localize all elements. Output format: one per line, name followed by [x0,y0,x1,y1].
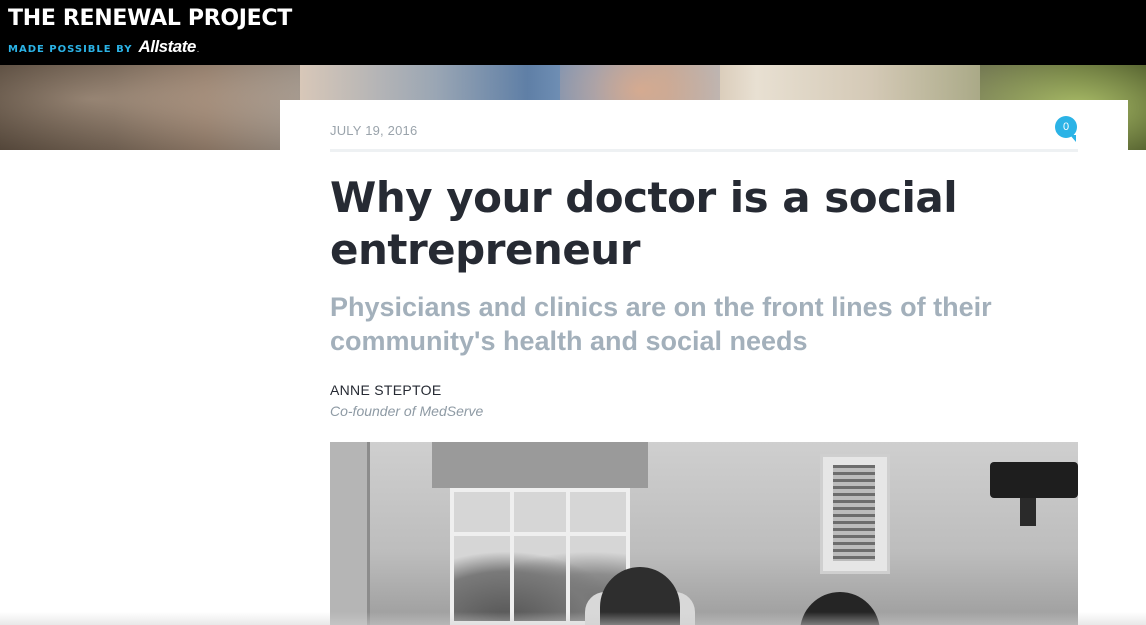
article-card: JULY 19, 2016 0 Why your doctor is a soc… [280,100,1128,625]
divider [330,149,1078,152]
photo-window-muntin [454,532,626,536]
article-subheadline: Physicians and clinics are on the front … [330,292,992,356]
article-headline: Why your doctor is a social entrepreneur [330,173,958,274]
author-role: Co-founder of MedServe [330,403,484,419]
photo-window-mullion [566,492,570,621]
allstate-logo-mark: . [196,45,200,54]
sponsor-line: MADE POSSIBLE BY Allstate . [8,37,199,57]
viewport-bottom-shadow [0,612,1146,625]
site-header: THE RENEWAL PROJECT MADE POSSIBLE BY All… [0,0,1146,65]
made-possible-label: MADE POSSIBLE BY [8,44,133,55]
photo-lamp [990,462,1078,498]
allstate-logo[interactable]: Allstate [138,37,196,57]
photo-window-mullion [510,492,514,621]
photo-wall-vent [820,454,890,574]
article-date: JULY 19, 2016 [330,123,418,138]
article-photo [330,442,1078,625]
comment-bubble-icon[interactable]: 0 [1055,116,1077,142]
hero-image-left-detail [0,65,300,150]
photo-lamp-arm [1020,498,1036,526]
photo-door-frame [330,442,370,625]
site-title-link[interactable]: THE RENEWAL PROJECT [8,6,292,31]
photo-window-shade [432,442,648,488]
author-name[interactable]: ANNE STEPTOE [330,382,441,398]
photo-vent-slats [833,465,875,561]
